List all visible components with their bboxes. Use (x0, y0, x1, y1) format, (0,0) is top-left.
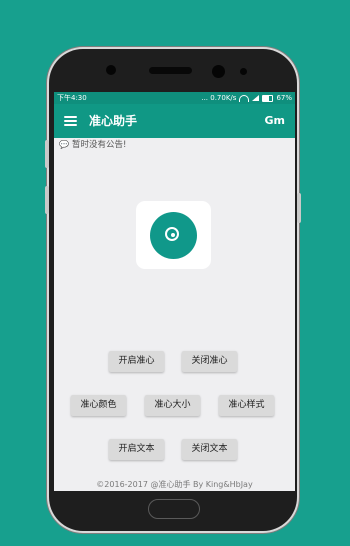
sensor-icon (212, 65, 225, 78)
close-crosshair-button[interactable]: 关闭准心 (182, 351, 237, 372)
proximity-sensor-icon (240, 68, 247, 75)
crosshair-dot (171, 233, 175, 237)
phone-volume-button (45, 140, 49, 168)
chat-bubble-icon: 💬 (59, 140, 69, 149)
phone-volume-button-lower (45, 186, 49, 214)
battery-icon (262, 94, 274, 102)
announcement-text: 暂时没有公告! (71, 140, 127, 150)
gm-button[interactable]: Gm (265, 104, 286, 138)
crosshair-icon (150, 212, 197, 259)
phone-power-button (297, 193, 301, 223)
status-indicators: ... 0.70K/s 67% (201, 92, 292, 104)
front-camera-icon (106, 65, 116, 75)
open-text-button[interactable]: 开启文本 (109, 439, 164, 460)
home-button[interactable] (148, 499, 200, 519)
app-screen: 下午4:30 ... 0.70K/s 67% 准心助手 Gm 💬 暂时没有公告!… (54, 92, 295, 491)
signal-icon (252, 95, 260, 101)
crosshair-size-button[interactable]: 准心大小 (145, 395, 200, 416)
open-crosshair-button[interactable]: 开启准心 (109, 351, 164, 372)
announcement: 💬 暂时没有公告! (59, 139, 126, 151)
battery-percent: 67% (276, 94, 292, 102)
app-title: 准心助手 (89, 114, 138, 128)
crosshair-style-button[interactable]: 准心样式 (219, 395, 274, 416)
hamburger-menu-icon[interactable] (64, 116, 77, 126)
app-logo (136, 201, 211, 269)
close-text-button[interactable]: 关闭文本 (182, 439, 237, 460)
status-bar: 下午4:30 ... 0.70K/s 67% (54, 92, 295, 104)
app-bar: 准心助手 Gm (54, 104, 295, 138)
speaker-grille (149, 67, 192, 74)
wifi-icon (239, 94, 250, 102)
status-time: 下午4:30 (57, 94, 87, 102)
copyright-footer: ©2016-2017 @准心助手 By King&HbJay (96, 480, 253, 489)
network-speed: ... 0.70K/s (201, 94, 237, 102)
crosshair-color-button[interactable]: 准心颜色 (71, 395, 126, 416)
